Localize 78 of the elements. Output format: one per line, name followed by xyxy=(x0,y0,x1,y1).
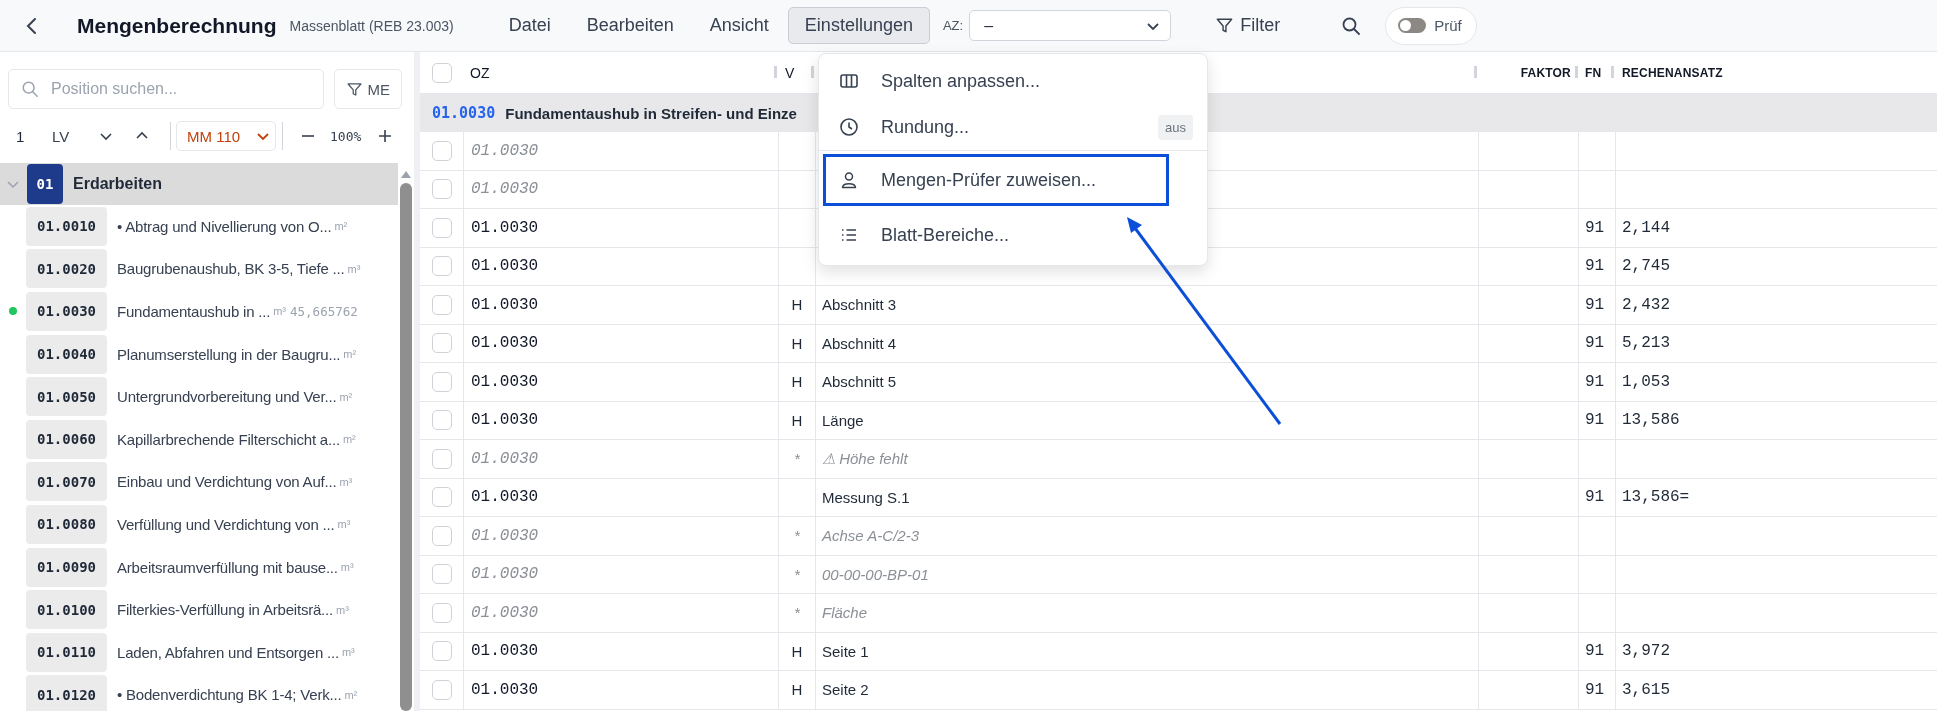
table-cell: Fläche xyxy=(822,604,868,622)
table-cell: 01.0030 xyxy=(471,449,539,468)
quantity-value: 45,665762 xyxy=(290,304,358,319)
table-cell: 01.0030 xyxy=(471,257,539,276)
table-cell: 01.0030 xyxy=(471,565,539,584)
position-index: 1 xyxy=(16,127,26,145)
table-cell: 01.0030 xyxy=(471,411,539,430)
table-cell: 1,053 xyxy=(1622,372,1670,391)
group-title: Fundamentaushub in Streifen- und Einze xyxy=(505,104,797,122)
table-cell: 01.0030 xyxy=(471,372,539,391)
table-cell: 91 xyxy=(1585,295,1605,314)
table-cell: 5,213 xyxy=(1622,334,1670,353)
unit-label: m³ xyxy=(337,518,351,531)
table-cell: Achse A-C/2-3 xyxy=(822,527,919,545)
table-cell: 01.0030 xyxy=(471,488,539,507)
table-cell: 01.0030 xyxy=(471,603,539,622)
table-cell: 01.0030 xyxy=(471,218,539,237)
unit-label: m³ xyxy=(336,603,349,616)
table-cell: 00-00-00-BP-01 xyxy=(822,565,929,583)
table-cell: * xyxy=(794,604,800,622)
table-cell: Abschnitt 3 xyxy=(822,296,897,314)
table-cell: * xyxy=(794,565,800,583)
table-cell: H xyxy=(791,681,803,699)
unit-label: m² xyxy=(342,433,356,446)
az-label: AZ: xyxy=(942,18,964,33)
table-cell: 91 xyxy=(1585,334,1605,353)
unit-label: m³ xyxy=(341,646,355,659)
table-cell: Abschnitt 5 xyxy=(822,373,897,391)
table-cell: 01.0030 xyxy=(471,642,539,661)
table-cell: 91 xyxy=(1585,411,1605,430)
table-cell: H xyxy=(791,642,803,660)
table-cell: 91 xyxy=(1585,642,1605,661)
table-cell: 01.0030 xyxy=(471,680,539,699)
page-title: Mengenberechnung xyxy=(77,13,277,38)
table-cell: H xyxy=(791,411,803,429)
table-cell: H xyxy=(791,334,803,352)
table-cell: 91 xyxy=(1585,218,1605,237)
table-cell: 91 xyxy=(1585,680,1605,699)
unit-label: m² xyxy=(334,220,348,233)
group-code: 01.0030 xyxy=(432,104,496,122)
table-cell: 3,615 xyxy=(1622,680,1670,699)
unit-label: m² xyxy=(343,348,357,361)
table-cell: 01.0030 xyxy=(471,334,539,353)
table-cell: H xyxy=(791,296,803,314)
table-cell: 01.0030 xyxy=(471,180,539,199)
table-cell: 01.0030 xyxy=(471,141,539,160)
table-cell: Seite 1 xyxy=(822,642,869,660)
group-label: Erdarbeiten xyxy=(73,175,162,193)
unit-label: m² xyxy=(344,688,358,701)
table-cell: 01.0030 xyxy=(471,295,539,314)
table-cell: Länge xyxy=(822,411,864,429)
page-subtitle: Massenblatt (REB 23.003) xyxy=(289,17,454,34)
zoom-level: 100% xyxy=(330,128,362,144)
table-cell: 2,432 xyxy=(1622,295,1670,314)
table-cell: Messung S.1 xyxy=(822,488,910,506)
table-cell: * xyxy=(794,450,800,468)
table-cell: 91 xyxy=(1585,372,1605,391)
unit-label: m³ xyxy=(347,262,361,275)
unit-label: m³ xyxy=(273,305,287,318)
table-cell: H xyxy=(791,373,803,391)
table-cell: ⚠ Höhe fehlt xyxy=(822,449,908,468)
group-code: 01 xyxy=(27,164,63,204)
unit-label: m³ xyxy=(340,561,354,574)
table-cell: 91 xyxy=(1585,488,1605,507)
table-cell: Seite 2 xyxy=(822,681,869,699)
unit-label: m³ xyxy=(339,475,353,488)
table-cell: 3,972 xyxy=(1622,642,1670,661)
table-cell: 01.0030 xyxy=(471,526,539,545)
table-cell: * xyxy=(794,527,800,545)
table-cell: 91 xyxy=(1585,257,1605,276)
status-badge: aus xyxy=(1158,114,1193,140)
unit-label: m² xyxy=(339,390,353,403)
table-cell: Abschnitt 4 xyxy=(822,334,897,352)
table-cell: 13,586 xyxy=(1622,411,1680,430)
table-cell: 2,745 xyxy=(1622,257,1670,276)
scope-label: LV xyxy=(52,127,71,145)
table-cell: 13,586= xyxy=(1622,488,1690,507)
table-cell: 2,144 xyxy=(1622,218,1670,237)
